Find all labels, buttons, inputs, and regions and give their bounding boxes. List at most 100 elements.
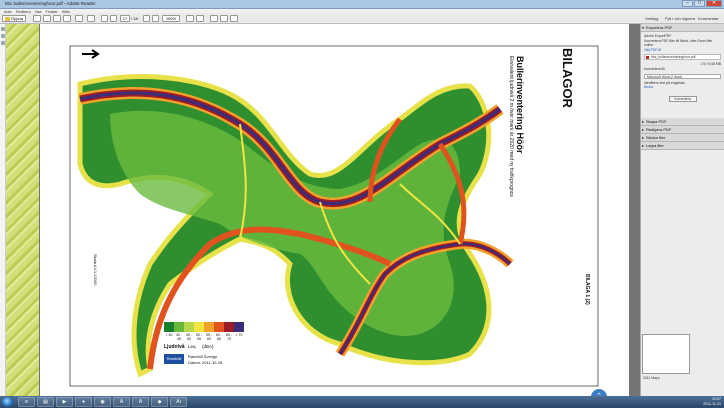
scale-label: Skala A4 1:12000	[93, 254, 98, 285]
heading-text: BILAGOR	[560, 48, 575, 108]
format-select[interactable]: Microsoft Word (*.docx)	[644, 73, 721, 79]
legend-label: 40 - 45	[175, 333, 183, 341]
sign-icon[interactable]	[210, 15, 218, 22]
export-desc: Konvertera PDF-filer till Word- eller Ex…	[644, 38, 713, 48]
taskbar-ie-icon[interactable]: e	[18, 397, 35, 407]
taskbar-clock[interactable]: 10:07 2011-11-21	[703, 397, 721, 407]
section-send-files[interactable]: Skicka filer	[641, 133, 724, 142]
legend-scale	[164, 322, 244, 332]
export-body: Adobe ExportPDF Konvertera PDF-filer til…	[641, 32, 724, 104]
window-controls: – □ ✕	[681, 0, 722, 8]
section-create-pdf[interactable]: Skapa PDF	[641, 117, 724, 126]
noise-map-page	[69, 45, 599, 387]
minimize-button[interactable]: –	[682, 0, 693, 7]
legend-swatch	[184, 322, 194, 332]
save-icon[interactable]	[43, 15, 51, 22]
legend-swatch	[194, 322, 204, 332]
ocr-change-link[interactable]: Ändra	[644, 85, 721, 90]
print-icon[interactable]	[53, 15, 61, 22]
legend-label: 65 - 70	[225, 333, 233, 341]
selected-file: bbc_bullerinventeringhoor.pdf	[644, 54, 721, 61]
zoom-value: 150%	[165, 16, 177, 21]
page-number-input[interactable]: 17	[120, 15, 130, 22]
map-title: Bullerinventering Höör	[515, 56, 525, 154]
taskbar-explorer-icon[interactable]: ▤	[37, 397, 54, 407]
page-current: 17	[122, 16, 128, 21]
legend-block: < 40 40 - 45 45 - 50 50 - 55 55 - 60 60 - 65 6…	[164, 322, 252, 380]
brand-sub: Ramböll Sverige	[188, 354, 218, 359]
convert-button[interactable]: Konvertera	[668, 95, 697, 102]
window-title: bbc bullerinventeringhoor.pdf - Adobe Re…	[5, 1, 96, 6]
legend-label: 45 - 50	[185, 333, 193, 341]
maximize-button[interactable]: □	[694, 0, 705, 7]
legend-swatch	[224, 322, 234, 332]
zoom-in-icon[interactable]	[152, 15, 159, 22]
email-icon[interactable]	[63, 15, 71, 22]
toolbar: Öppna 17 / 18 150% Verktyg Fyll i och si…	[0, 13, 724, 24]
open-button[interactable]: Öppna	[2, 15, 26, 22]
highlight-icon[interactable]	[220, 15, 228, 22]
bookmarks-icon[interactable]	[1, 34, 5, 38]
next-page-icon[interactable]	[110, 15, 117, 22]
taskbar-reader-icon[interactable]: A	[132, 397, 149, 407]
legend-labels: < 40 40 - 45 45 - 50 50 - 55 55 - 60 60 - 65 6…	[164, 333, 244, 341]
attachments-icon[interactable]	[1, 41, 5, 45]
page-total: / 18	[131, 16, 138, 21]
section-export-pdf[interactable]: Exportera PDF	[641, 24, 724, 32]
legend-sub: Leq	[188, 344, 196, 349]
taskbar: e ▤ ▶ ● ◉ A A ◆ Ai 10:07 2011-11-21	[0, 396, 724, 408]
legend-unit: (dBA)	[202, 344, 214, 349]
subtitle-text: Ekvivalent ljudnivå 2 m över mark år 202…	[508, 56, 514, 197]
start-button[interactable]	[2, 397, 13, 407]
taskbar-chrome-icon[interactable]: ◉	[94, 397, 111, 407]
page-icon[interactable]	[87, 15, 95, 22]
tab-fill-sign[interactable]: Fyll i och signera	[665, 15, 695, 22]
map-subtitle: Ekvivalent ljudnivå 2 m över mark år 202…	[508, 56, 514, 197]
zoom-out-icon[interactable]	[143, 15, 150, 22]
zoom-select[interactable]: 150%	[162, 15, 180, 22]
pane-footer: 2011 Mapo	[643, 376, 660, 380]
legend-label: 55 - 60	[205, 333, 213, 341]
appendix-label: BILAGA 1 (2)	[584, 274, 590, 305]
legend-swatch	[204, 322, 214, 332]
taskbar-acrobat-icon[interactable]: A	[113, 397, 130, 407]
taskbar-illustrator-icon[interactable]: Ai	[170, 397, 187, 407]
legend-swatch	[164, 322, 174, 332]
attach-icon[interactable]	[230, 15, 238, 22]
pdf-reader-window: bbc bullerinventeringhoor.pdf - Adobe Re…	[0, 0, 724, 408]
taskbar-media-icon[interactable]: ▶	[56, 397, 73, 407]
legend-swatch	[234, 322, 244, 332]
prev-page-icon[interactable]	[101, 15, 108, 22]
tab-tools[interactable]: Verktyg	[645, 15, 658, 22]
legend-label: < 40	[165, 333, 173, 337]
taskbar-app-icon[interactable]: ◆	[151, 397, 168, 407]
title-bar: bbc bullerinventeringhoor.pdf - Adobe Re…	[0, 0, 724, 9]
title-text: Bullerinventering Höör	[515, 56, 525, 154]
close-button[interactable]: ✕	[706, 0, 722, 7]
select-file-link[interactable]: Välj PDF-fil	[644, 48, 721, 53]
fit-width-icon[interactable]	[196, 15, 204, 22]
legend-swatch	[214, 322, 224, 332]
page-thumbnails-icon[interactable]	[1, 27, 5, 31]
section-store-files[interactable]: Lagra filer	[641, 141, 724, 150]
pane-thumbnail	[642, 334, 690, 374]
page-decor-strip	[6, 24, 39, 396]
legend-label: 60 - 65	[215, 333, 223, 341]
create-pdf-icon[interactable]	[33, 15, 41, 22]
folder-icon	[5, 17, 10, 21]
pdf-page: BILAGOR Bullerinventering Höör Ekvivalen…	[40, 24, 629, 396]
comment-icon[interactable]	[75, 15, 83, 22]
clock-date: 2011-11-21	[703, 402, 721, 406]
taskbar-firefox-icon[interactable]: ●	[75, 397, 92, 407]
fit-page-icon[interactable]	[186, 15, 194, 22]
appendix-text: BILAGA 1 (2)	[584, 274, 590, 305]
scale-text: Skala A4 1:12000	[93, 254, 98, 286]
legend-label: > 70	[235, 333, 243, 337]
tab-comment[interactable]: Kommentar	[698, 15, 719, 22]
legend-swatch	[174, 322, 184, 332]
section-edit-pdf[interactable]: Redigera PDF	[641, 125, 724, 134]
legend-label: 50 - 55	[195, 333, 203, 341]
page-heading: BILAGOR	[560, 48, 575, 108]
legend-title: Ljudnivå	[164, 344, 185, 350]
brand-logo: Ramböll	[164, 354, 184, 364]
